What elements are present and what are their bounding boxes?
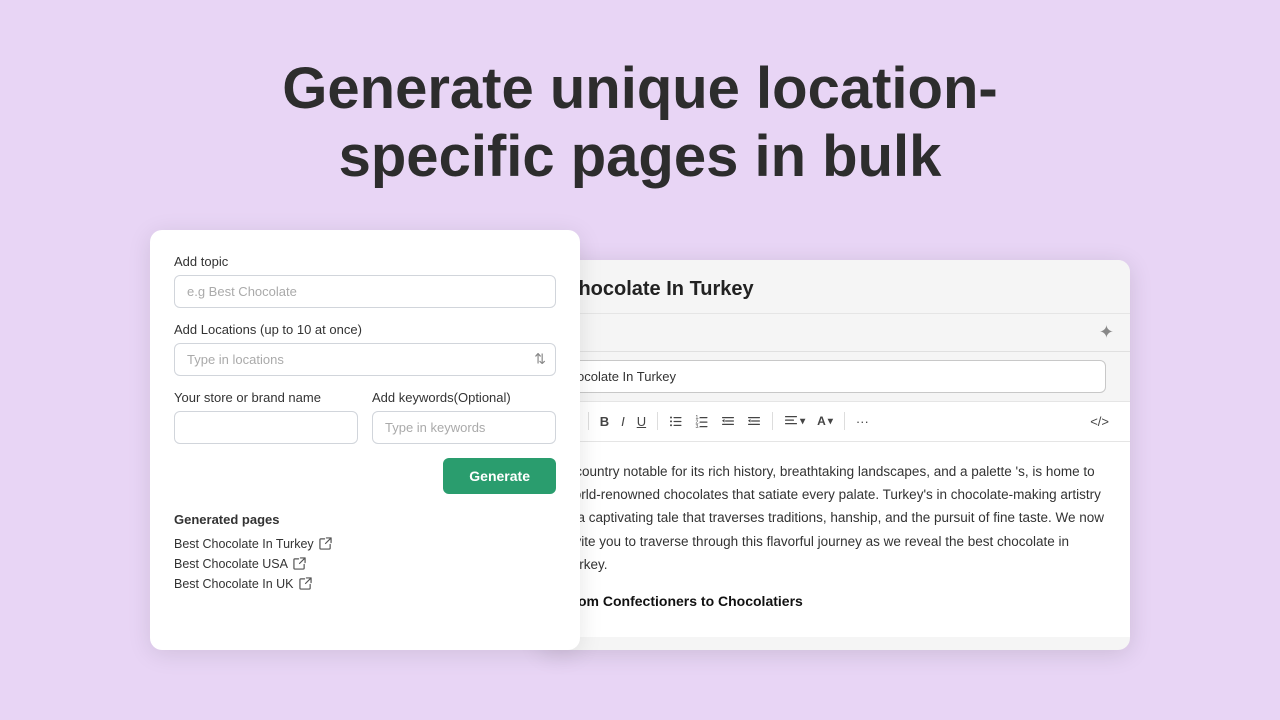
bullet-list-button[interactable]	[664, 410, 688, 432]
page-title: Generate unique location-specific pages …	[215, 55, 1065, 192]
location-label: Add Locations (up to 10 at once)	[174, 322, 556, 337]
editor-body-text: a country notable for its rich history, …	[564, 460, 1106, 576]
keywords-label: Add keywords(Optional)	[372, 390, 556, 405]
location-select[interactable]: Type in locations	[174, 343, 556, 376]
editor-section-heading: From Confectioners to Chocolatiers	[564, 590, 1106, 614]
external-link-icon	[319, 537, 332, 550]
editor-meta-input[interactable]	[564, 360, 1106, 393]
generated-pages-title: Generated pages	[174, 512, 556, 527]
indent-increase-icon	[747, 414, 761, 428]
indent-decrease-icon	[721, 414, 735, 428]
list-item: Best Chocolate USA	[174, 557, 556, 571]
brand-input[interactable]	[174, 411, 358, 444]
editor-title-bar: Chocolate In Turkey	[540, 260, 1130, 314]
underline-button[interactable]: U	[632, 410, 651, 433]
ordered-list-icon: 1.2.3.	[695, 414, 709, 428]
editor-toolbar: A ▾ B I U 1.2.3. ▾	[540, 401, 1130, 442]
magic-icon[interactable]: ✦	[1099, 322, 1114, 343]
external-link-icon	[293, 557, 306, 570]
editor-title: Chocolate In Turkey	[564, 278, 1106, 301]
topic-input[interactable]	[174, 275, 556, 308]
editor-content: a country notable for its rich history, …	[540, 442, 1130, 637]
brand-keywords-row: Your store or brand name Add keywords(Op…	[174, 390, 556, 444]
generate-button[interactable]: Generate	[443, 458, 556, 494]
ordered-list-button[interactable]: 1.2.3.	[690, 410, 714, 432]
toolbar-separator	[772, 412, 773, 430]
indent-increase-button[interactable]	[742, 410, 766, 432]
text-color-button[interactable]: A ▾	[812, 410, 838, 432]
italic-button[interactable]: I	[616, 410, 630, 433]
more-button[interactable]: ···	[851, 410, 874, 433]
topic-group: Add topic	[174, 254, 556, 308]
list-item: Best Chocolate In UK	[174, 577, 556, 591]
page-link-text[interactable]: Best Chocolate In UK	[174, 577, 294, 591]
code-button[interactable]: </>	[1085, 410, 1114, 433]
topic-label: Add topic	[174, 254, 556, 269]
generate-row: Generate	[174, 458, 556, 494]
editor-panel: Chocolate In Turkey ✦ A ▾ B I U 1.2.3.	[540, 260, 1130, 650]
color-label: A	[817, 414, 826, 428]
toolbar-separator	[588, 412, 589, 430]
editor-subtitle-row: ✦	[540, 314, 1130, 352]
svg-text:3.: 3.	[696, 424, 700, 428]
chevron-down-icon: ▾	[828, 416, 833, 427]
align-button[interactable]: ▾	[779, 410, 810, 432]
page-link-text[interactable]: Best Chocolate In Turkey	[174, 537, 314, 551]
bullet-list-icon	[669, 414, 683, 428]
brand-label: Your store or brand name	[174, 390, 358, 405]
list-item: Best Chocolate In Turkey	[174, 537, 556, 551]
keywords-group: Add keywords(Optional)	[372, 390, 556, 444]
toolbar-separator	[844, 412, 845, 430]
location-select-wrapper: Type in locations ⇅	[174, 343, 556, 376]
bold-button[interactable]: B	[595, 410, 614, 433]
align-icon	[784, 414, 798, 428]
page-link-text[interactable]: Best Chocolate USA	[174, 557, 288, 571]
chevron-down-icon: ▾	[800, 416, 805, 427]
ui-container: Add topic Add Locations (up to 10 at onc…	[150, 230, 1130, 650]
keywords-input[interactable]	[372, 411, 556, 444]
indent-decrease-button[interactable]	[716, 410, 740, 432]
location-group: Add Locations (up to 10 at once) Type in…	[174, 322, 556, 376]
brand-group: Your store or brand name	[174, 390, 358, 444]
form-panel: Add topic Add Locations (up to 10 at onc…	[150, 230, 580, 650]
external-link-icon	[299, 577, 312, 590]
toolbar-separator	[657, 412, 658, 430]
